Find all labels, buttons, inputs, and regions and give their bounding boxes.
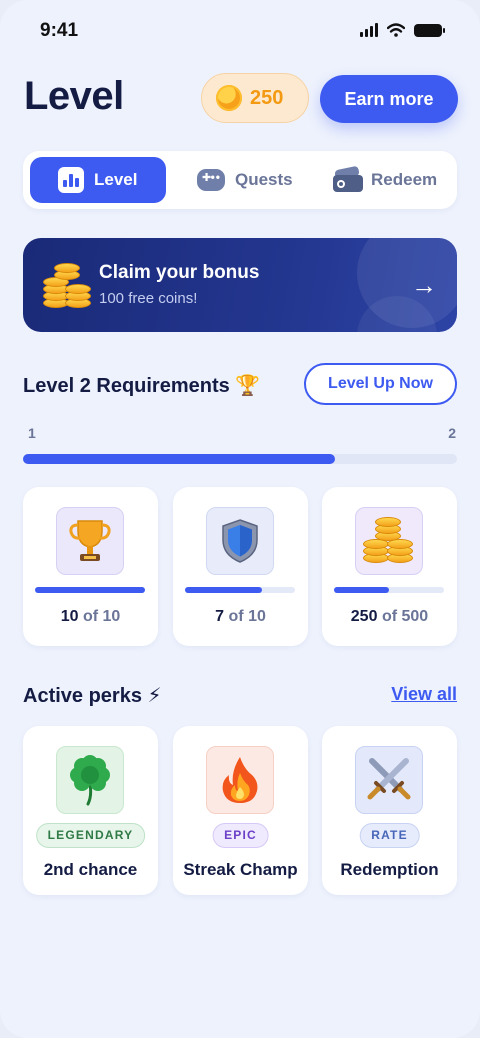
requirement-progress-bar: [35, 587, 145, 593]
level-progress-fill: [23, 454, 336, 464]
arrow-right-icon[interactable]: →: [411, 270, 437, 301]
banner-title: Claim your bonus: [99, 262, 260, 283]
level-to-label: 2: [448, 425, 456, 441]
requirement-value: 7 of 10: [215, 608, 266, 625]
requirements-title: Level 2 Requirements: [23, 375, 230, 397]
battery-icon: [414, 23, 445, 37]
banner-subtitle: 100 free coins!: [99, 290, 198, 307]
rarity-badge: EPIC: [212, 823, 269, 848]
coin-icon: [216, 85, 242, 111]
perk-card-redemption[interactable]: RATE Redemption: [322, 726, 457, 895]
perk-card-streak-champ[interactable]: EPIC Streak Champ: [173, 726, 308, 895]
fire-icon: [206, 746, 274, 814]
chart-icon: [58, 167, 84, 193]
swords-icon: [355, 746, 423, 814]
page-title: Level: [24, 74, 124, 118]
status-time: 9:41: [40, 20, 79, 41]
requirement-card-coins[interactable]: 250 of 500: [322, 487, 457, 646]
tab-level[interactable]: Level: [30, 157, 166, 203]
trophy-emoji-icon: 🏆: [235, 375, 261, 397]
requirement-card-shields[interactable]: 7 of 10: [173, 487, 308, 646]
tab-redeem-label: Redeem: [371, 170, 438, 189]
tab-level-label: Level: [94, 170, 138, 189]
perk-name: Redemption: [340, 860, 439, 879]
wallet-icon: [333, 165, 363, 194]
requirements-heading: Level 2 Requirements 🏆: [23, 373, 260, 398]
coin-balance-value: 250: [250, 86, 284, 109]
app-screen: 9:41 Level 250 Earn more Level Quests: [0, 0, 480, 1038]
coin-balance[interactable]: 250: [201, 73, 309, 123]
perks-title: Active perks: [23, 685, 142, 707]
claim-bonus-banner[interactable]: Claim your bonus 100 free coins! →: [23, 238, 457, 332]
clover-icon: [56, 746, 124, 814]
tab-redeem[interactable]: Redeem: [333, 157, 437, 203]
requirement-value: 250 of 500: [350, 608, 429, 625]
requirement-progress-bar: [334, 587, 444, 593]
earn-more-button[interactable]: Earn more: [320, 75, 458, 123]
level-progress-bar: [23, 454, 457, 464]
requirement-progress-bar: [185, 587, 295, 593]
lightning-emoji-icon: ⚡: [147, 685, 162, 707]
perk-name: Streak Champ: [183, 860, 298, 879]
tab-quests[interactable]: Quests: [197, 157, 293, 203]
tab-quests-label: Quests: [235, 170, 293, 189]
requirement-value: 10 of 10: [60, 608, 121, 625]
status-icons: [360, 23, 445, 37]
wifi-icon: [387, 23, 405, 37]
cellular-signal-icon: [360, 23, 378, 37]
trophy-icon: [56, 507, 124, 575]
level-from-label: 1: [28, 425, 36, 441]
perk-card-2nd-chance[interactable]: LEGENDARY 2nd chance: [23, 726, 158, 895]
coin-stack-icon: [41, 260, 95, 310]
rarity-badge: LEGENDARY: [35, 823, 146, 848]
coins-icon: [355, 507, 423, 575]
rarity-badge: RATE: [359, 823, 420, 848]
perks-heading: Active perks ⚡: [23, 683, 162, 708]
view-all-link[interactable]: View all: [391, 684, 457, 705]
perk-name: 2nd chance: [43, 860, 138, 879]
tab-bar: Level Quests Redeem: [23, 151, 457, 209]
gamepad-icon: [197, 166, 225, 194]
requirement-card-trophies[interactable]: 10 of 10: [23, 487, 158, 646]
shield-icon: [206, 507, 274, 575]
level-up-now-button[interactable]: Level Up Now: [304, 363, 457, 405]
